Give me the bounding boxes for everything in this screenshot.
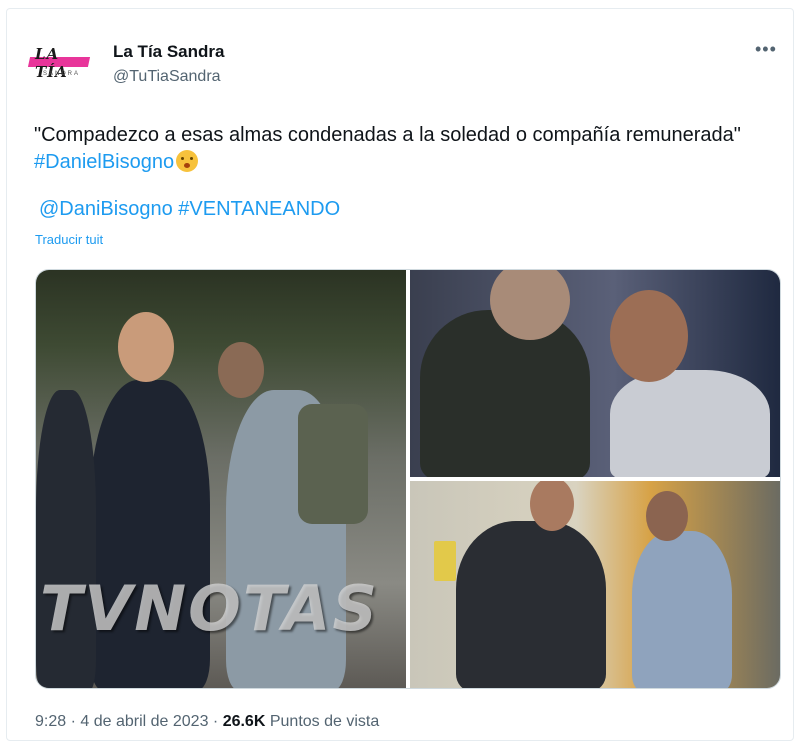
views-count: 26.6K <box>222 713 266 730</box>
watermark-text: TVNOTAS <box>40 572 379 645</box>
avatar[interactable]: LA TÍA SANDRA <box>27 37 91 81</box>
tweet-metadata: 9:28 · 4 de abril de 2023 · 26.6K Puntos… <box>35 713 379 731</box>
person-figure <box>420 310 590 477</box>
person-figure <box>456 521 606 688</box>
person-head <box>646 491 688 541</box>
person-figure <box>632 531 732 688</box>
author-display-name[interactable]: La Tía Sandra <box>113 42 224 62</box>
person-head <box>530 481 574 531</box>
tweet-text-main: "Compadezco a esas almas condenadas a la… <box>34 124 741 146</box>
backpack <box>298 404 368 524</box>
metadata-separator: · <box>66 713 81 730</box>
photo-1[interactable]: TVNOTAS <box>36 270 406 688</box>
metadata-separator: · <box>208 713 223 730</box>
views-label: Puntos de vista <box>269 713 380 730</box>
wall-sign <box>434 541 456 581</box>
more-options-icon[interactable]: ••• <box>755 39 777 60</box>
media-grid: TVNOTAS <box>35 269 781 689</box>
hashtag-ventaneando-link[interactable]: #VENTANEANDO <box>178 198 340 220</box>
person-head <box>118 312 174 382</box>
person-head <box>218 342 264 398</box>
mention-danibisogno-link[interactable]: @DaniBisogno <box>39 198 173 220</box>
shushing-face-emoji-icon <box>176 150 199 172</box>
photo-3[interactable] <box>410 481 780 688</box>
tweet-text: "Compadezco a esas almas condenadas a la… <box>34 122 754 176</box>
person-head <box>610 290 688 382</box>
photo-2[interactable] <box>410 270 780 477</box>
hashtag-danielbisogno-link[interactable]: #DanielBisogno <box>34 151 174 173</box>
person-figure <box>610 370 770 477</box>
translate-tweet-link[interactable]: Traducir tuit <box>35 232 103 247</box>
tweet-card[interactable]: LA TÍA SANDRA La Tía Sandra @TuTiaSandra… <box>6 8 794 741</box>
tweet-date[interactable]: 4 de abril de 2023 <box>80 713 208 730</box>
tweet-time[interactable]: 9:28 <box>35 713 66 730</box>
author-handle[interactable]: @TuTiaSandra <box>113 68 221 86</box>
tweet-tags-line: @DaniBisogno #VENTANEANDO <box>39 198 340 221</box>
avatar-logo-subtext: SANDRA <box>43 71 81 77</box>
